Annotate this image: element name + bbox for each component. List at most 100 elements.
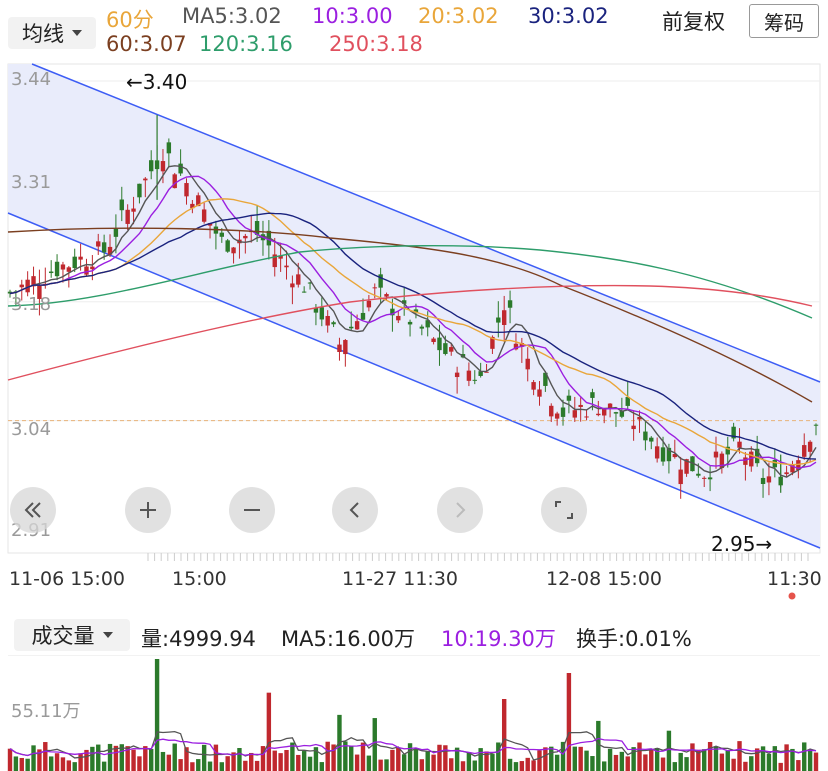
candle-body [566,395,572,401]
volume-bar [702,749,707,771]
candle-body [148,160,154,172]
volume-bar [437,744,442,771]
zoom-in-icon[interactable] [125,487,171,533]
volume-bar [190,762,195,771]
candle-body [296,274,301,285]
volume-bar [431,754,436,771]
candle-body [602,409,607,416]
candle-body [613,412,619,414]
candle-body [813,424,819,426]
candle-body [360,312,366,320]
candle-body [331,322,336,325]
volume-bar [19,757,24,771]
indicator-dropdown[interactable]: 成交量 [14,619,130,651]
zoom-out-icon[interactable] [229,487,275,533]
volume-bar [54,753,60,771]
candle-body [160,161,166,172]
volume-bar [460,761,466,771]
candle-body [407,321,413,325]
candle-body [54,261,60,277]
volume-bar [625,756,630,771]
volume-bar [737,741,742,771]
candle-body [184,183,189,197]
volume-bar [578,746,583,771]
candle-body [396,315,401,321]
candle-body [143,178,148,181]
volume-bar [349,746,354,771]
volume-bar [478,748,483,771]
candle-body [343,340,348,355]
candle-body [119,199,124,211]
volume-bar [707,741,713,771]
fullscreen-icon[interactable] [541,487,587,533]
volume-bar [754,748,760,771]
candle-body [384,294,389,297]
volume-bar [566,673,572,771]
volume-bar [466,752,472,771]
candle-body [72,256,77,269]
candle-body [678,469,683,485]
candle-body [560,407,566,417]
volume-bar [413,748,419,771]
volume-bar [66,760,72,771]
candle-body [713,451,719,458]
volume-bar [48,756,54,771]
price-chart[interactable] [0,0,828,610]
volume-bar [678,752,683,771]
volume-bar [766,753,772,771]
scroll-left-fast-icon[interactable] [10,487,56,533]
volume-bar [401,754,407,771]
candle-body [743,457,748,465]
volume-bar [219,762,224,771]
candle-body [454,372,460,378]
volume-bar [254,760,260,771]
volume-y-tick: 55.11万 [11,701,81,722]
volume-bar [278,753,283,771]
scroll-right-icon[interactable] [437,487,483,533]
candle-body [219,232,224,237]
candle-body [166,142,172,154]
candle-body [696,473,701,476]
volume-chart[interactable] [0,655,828,771]
volume-bar [743,761,748,771]
volume-bar [549,746,554,771]
current-position-dot [788,592,796,600]
volume-bar [43,742,48,771]
volume-bar [672,762,678,771]
volume-bar [166,754,172,771]
x-tick-label: 12-08 15:00 [546,568,663,590]
volume-bar [725,750,730,771]
volume-bar [113,745,119,771]
volume-bar [78,753,83,771]
candle-body [807,441,813,452]
volume-bar [325,741,330,771]
volume-bar [649,749,654,771]
volume-bar [284,749,289,771]
candle-body [125,209,130,224]
candle-body [654,446,660,459]
volume-bar [243,760,248,771]
candle-body [449,347,454,352]
candle-body [243,235,248,239]
candle-body [572,410,577,418]
volume-bar [354,754,360,771]
volume-bar [443,745,448,771]
candle-body [443,343,448,354]
volume-bar [572,746,577,771]
candle-body [596,413,601,416]
volume-bar [384,759,389,771]
volume-bar [307,756,313,771]
volume-bar [531,760,536,771]
scroll-left-icon[interactable] [332,487,378,533]
candle-body [66,267,72,272]
volume-bar [778,762,783,771]
volume-bar [407,743,413,771]
volume-bars [7,659,819,771]
volume-ma5-line [9,730,817,761]
volume-bar [560,741,566,771]
candle-body [472,379,477,381]
volume-bar [807,749,813,771]
candle-body [354,321,360,330]
volume-ma10: 10:19.30万 [441,627,556,651]
volume-bar [366,755,372,771]
